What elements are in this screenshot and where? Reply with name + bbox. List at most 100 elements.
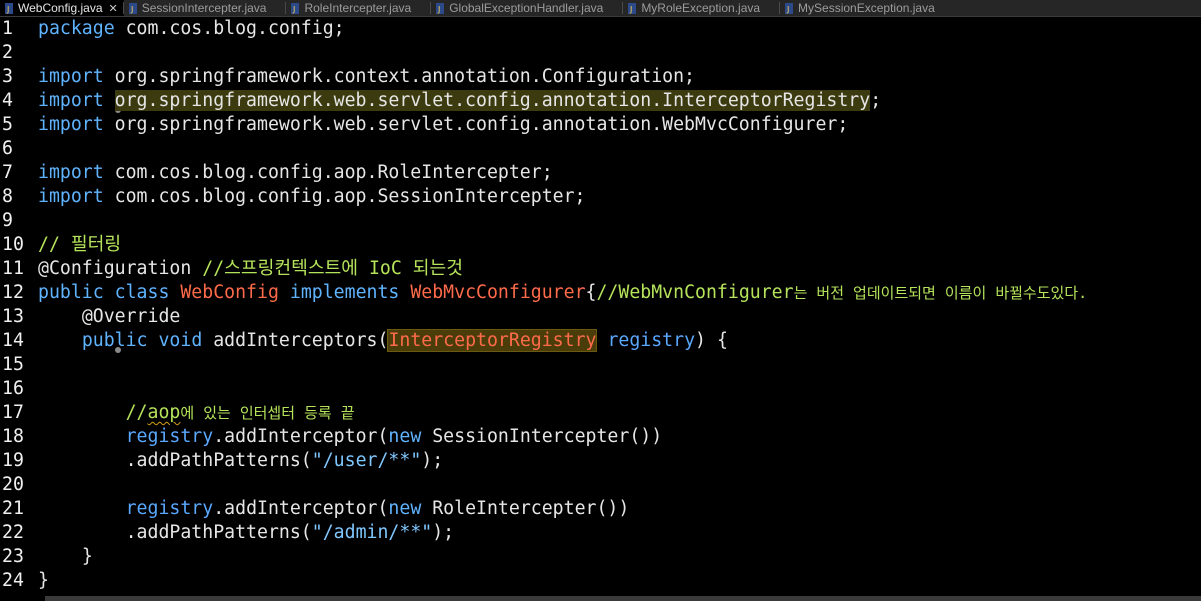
import-path: com.cos.blog.config.aop.SessionIntercept…: [103, 186, 586, 207]
tab-label: RoleIntercepter.java: [304, 1, 412, 15]
tab-label: MySessionException.java: [798, 1, 935, 15]
tab-session-intercepter[interactable]: J SessionIntercepter.java: [124, 0, 287, 16]
code-line: 12 public class WebConfig implements Web…: [0, 281, 1201, 305]
java-file-icon: J: [784, 2, 794, 14]
fold-collapse-icon[interactable]: [26, 313, 121, 353]
comment: //스프링컨텍스트에: [191, 258, 369, 279]
line-number: 23: [2, 546, 24, 567]
statement-end: );: [421, 450, 444, 471]
keyword: new: [388, 426, 422, 447]
keyword: import: [38, 162, 104, 183]
code-text: //aop에 있는 인터셉터 등록 끝: [38, 401, 355, 425]
keyword: import: [38, 66, 104, 87]
fold-collapse-icon[interactable]: [26, 73, 121, 113]
horizontal-scrollbar[interactable]: [45, 596, 1201, 601]
svg-text:J: J: [130, 5, 133, 14]
statement-end: );: [432, 522, 455, 543]
semicolon: ;: [870, 90, 882, 111]
svg-text:J: J: [6, 5, 9, 14]
line-number: 1: [2, 18, 13, 39]
keyword: package: [38, 18, 115, 39]
code-line: 15: [0, 353, 1201, 377]
java-file-icon: J: [290, 2, 300, 14]
comment: 되는것: [401, 258, 463, 279]
tab-my-session-exception[interactable]: J MySessionException.java: [780, 0, 955, 16]
keyword: class: [114, 282, 170, 303]
class-name: WebConfig: [180, 282, 279, 303]
editor-tab-bar: J WebConfig.java ✕ J SessionIntercepter.…: [0, 0, 1201, 17]
java-file-icon: J: [4, 2, 14, 14]
code-text: }: [38, 569, 49, 593]
comment-ioc: IoC: [368, 258, 402, 279]
code-text: public class WebConfig implements WebMvc…: [38, 281, 1087, 305]
code-text: .addPathPatterns("/user/**");: [38, 449, 444, 473]
import-path: org.springframework.web.servlet.config.a…: [114, 114, 838, 135]
comment: 는 버전 업데이트되면 이름이 바뀔수도있다.: [793, 284, 1088, 302]
code-line: 3 import org.springframework.context.ann…: [0, 65, 1201, 113]
line-number: 18: [2, 426, 24, 447]
code-line: 13 @Override: [0, 305, 1201, 353]
tab-webconfig[interactable]: J WebConfig.java ✕: [0, 0, 124, 16]
method-call: .addPathPatterns(: [125, 450, 312, 471]
java-file-icon: J: [128, 2, 138, 14]
param-reference: registry: [125, 498, 214, 519]
code-editor[interactable]: 1 package com.cos.blog.config; 2 3 impor…: [0, 17, 1201, 601]
code-text: public void addInterceptors(InterceptorR…: [38, 329, 728, 353]
line-number: 21: [2, 498, 24, 519]
code-text: import com.cos.blog.config.aop.RoleInter…: [38, 161, 553, 185]
comment: //WebMvnConfigurer: [596, 282, 794, 303]
package-name: com.cos.blog.config;: [114, 18, 345, 39]
tab-role-intercepter[interactable]: J RoleIntercepter.java: [286, 0, 432, 16]
keyword: new: [388, 498, 422, 519]
code-text: import org.springframework.context.annot…: [38, 65, 695, 89]
comment: // 필터링: [38, 234, 122, 255]
code-line: 19 .addPathPatterns("/user/**");: [0, 449, 1201, 473]
code-line: 4 import org.springframework.web.servlet…: [0, 89, 1201, 113]
comment: //: [125, 402, 148, 423]
line-number: 15: [2, 354, 24, 375]
line-number: 7: [2, 162, 13, 183]
param-reference: registry: [125, 426, 214, 447]
code-line: 23 }: [0, 545, 1201, 569]
line-number: 2: [2, 42, 13, 63]
brace: {: [585, 282, 597, 303]
line-number: 9: [2, 210, 13, 231]
java-file-icon: J: [435, 2, 445, 14]
method-call: .addInterceptor(: [213, 426, 389, 447]
code-line: 2: [0, 41, 1201, 65]
param-name: registry: [607, 330, 696, 351]
close-icon[interactable]: ✕: [109, 2, 118, 15]
line-number: 24: [2, 570, 24, 591]
code-text: import com.cos.blog.config.aop.SessionIn…: [38, 185, 586, 209]
line-number: 4: [2, 90, 13, 111]
svg-text:J: J: [292, 5, 295, 14]
import-path: com.cos.blog.config.aop.RoleIntercepter;: [103, 162, 553, 183]
code-line: 20: [0, 473, 1201, 497]
code-text: @Override: [38, 305, 181, 329]
code-line: 11 @Configuration //스프링컨텍스트에 IoC 되는것: [0, 257, 1201, 281]
tab-label: MyRoleException.java: [641, 1, 761, 15]
line-number: 20: [2, 474, 24, 495]
code-line: 16: [0, 377, 1201, 401]
code-line: 21 registry.addInterceptor(new RoleInter…: [0, 497, 1201, 521]
semicolon: ;: [837, 114, 849, 135]
line-number: 5: [2, 114, 13, 135]
code-text: // 필터링: [38, 233, 121, 257]
code-line: 17 //aop에 있는 인터셉터 등록 끝: [0, 401, 1201, 425]
tab-my-role-exception[interactable]: J MyRoleException.java: [623, 0, 781, 16]
line-number: 10: [2, 234, 24, 255]
closing-brace: }: [81, 546, 93, 567]
code-line: 5 import org.springframework.web.servlet…: [0, 113, 1201, 137]
code-text: package com.cos.blog.config;: [38, 17, 345, 41]
line-number: 8: [2, 186, 13, 207]
code-line: 8 import com.cos.blog.config.aop.Session…: [0, 185, 1201, 209]
annotation: @Configuration: [38, 258, 192, 279]
tab-label: WebConfig.java: [18, 1, 103, 15]
line-number: 6: [2, 138, 13, 159]
tab-global-exception-handler[interactable]: J GlobalExceptionHandler.java: [431, 0, 624, 16]
code-text: .addPathPatterns("/admin/**");: [38, 521, 455, 545]
code-line: 6: [0, 137, 1201, 161]
keyword: public: [38, 282, 104, 303]
svg-text:J: J: [786, 5, 789, 14]
